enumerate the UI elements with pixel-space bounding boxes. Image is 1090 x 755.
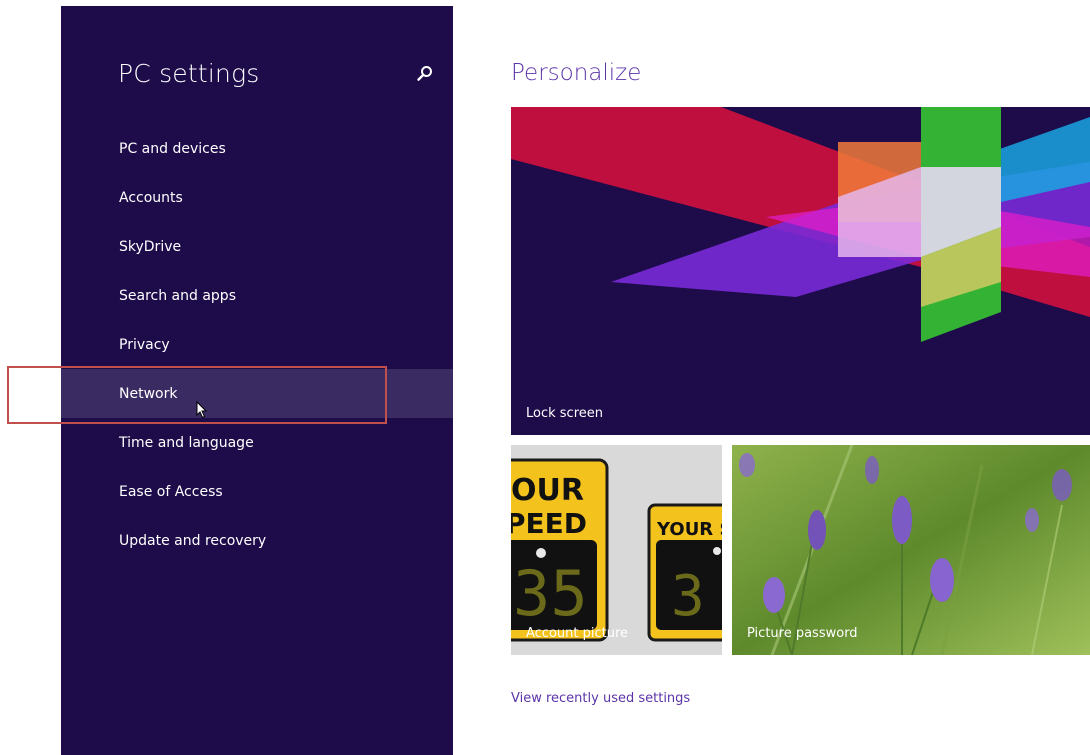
picture-password-image bbox=[732, 445, 1090, 655]
sidebar-item-skydrive[interactable]: SkyDrive bbox=[61, 222, 453, 271]
sidebar-item-label: Ease of Access bbox=[119, 483, 223, 500]
account-picture-tile[interactable]: OUR PEED 35 YOUR S 3 Account picture bbox=[511, 445, 722, 655]
page-title: Personalize bbox=[511, 60, 642, 86]
sidebar-item-pc-and-devices[interactable]: PC and devices bbox=[61, 124, 453, 173]
sidebar-item-label: Accounts bbox=[119, 189, 183, 206]
mouse-cursor-icon bbox=[196, 401, 208, 419]
lock-screen-image bbox=[511, 107, 1090, 435]
picture-password-label: Picture password bbox=[747, 626, 858, 641]
settings-nav: PC and devices Accounts SkyDrive Search … bbox=[61, 124, 453, 565]
svg-text:YOUR S: YOUR S bbox=[656, 519, 722, 540]
sidebar-item-privacy[interactable]: Privacy bbox=[61, 320, 453, 369]
svg-text:PEED: PEED bbox=[511, 507, 587, 540]
svg-text:3: 3 bbox=[671, 564, 705, 629]
sidebar-item-update-and-recovery[interactable]: Update and recovery bbox=[61, 516, 453, 565]
view-recent-settings-link[interactable]: View recently used settings bbox=[511, 691, 690, 706]
picture-password-tile[interactable]: Picture password bbox=[732, 445, 1090, 655]
search-icon[interactable] bbox=[415, 64, 435, 84]
svg-text:35: 35 bbox=[513, 557, 588, 630]
svg-text:OUR: OUR bbox=[511, 473, 584, 508]
sidebar-item-ease-of-access[interactable]: Ease of Access bbox=[61, 467, 453, 516]
settings-sidebar: PC settings PC and devices Accounts SkyD… bbox=[61, 6, 453, 755]
sidebar-item-search-and-apps[interactable]: Search and apps bbox=[61, 271, 453, 320]
sidebar-item-label: Update and recovery bbox=[119, 532, 267, 549]
account-picture-image: OUR PEED 35 YOUR S 3 bbox=[511, 445, 722, 655]
sidebar-item-label: Network bbox=[119, 385, 178, 402]
sidebar-title: PC settings bbox=[118, 59, 260, 88]
sidebar-item-accounts[interactable]: Accounts bbox=[61, 173, 453, 222]
lock-screen-tile[interactable]: Lock screen bbox=[511, 107, 1090, 435]
sidebar-item-label: PC and devices bbox=[119, 140, 226, 157]
sidebar-item-time-and-language[interactable]: Time and language bbox=[61, 418, 453, 467]
account-picture-label: Account picture bbox=[526, 626, 629, 641]
sidebar-item-label: SkyDrive bbox=[119, 238, 182, 255]
sidebar-item-label: Privacy bbox=[119, 336, 170, 353]
lock-screen-label: Lock screen bbox=[526, 406, 603, 421]
sidebar-item-network[interactable]: Network bbox=[61, 369, 453, 419]
sidebar-item-label: Search and apps bbox=[119, 287, 236, 304]
sidebar-item-label: Time and language bbox=[119, 434, 254, 451]
